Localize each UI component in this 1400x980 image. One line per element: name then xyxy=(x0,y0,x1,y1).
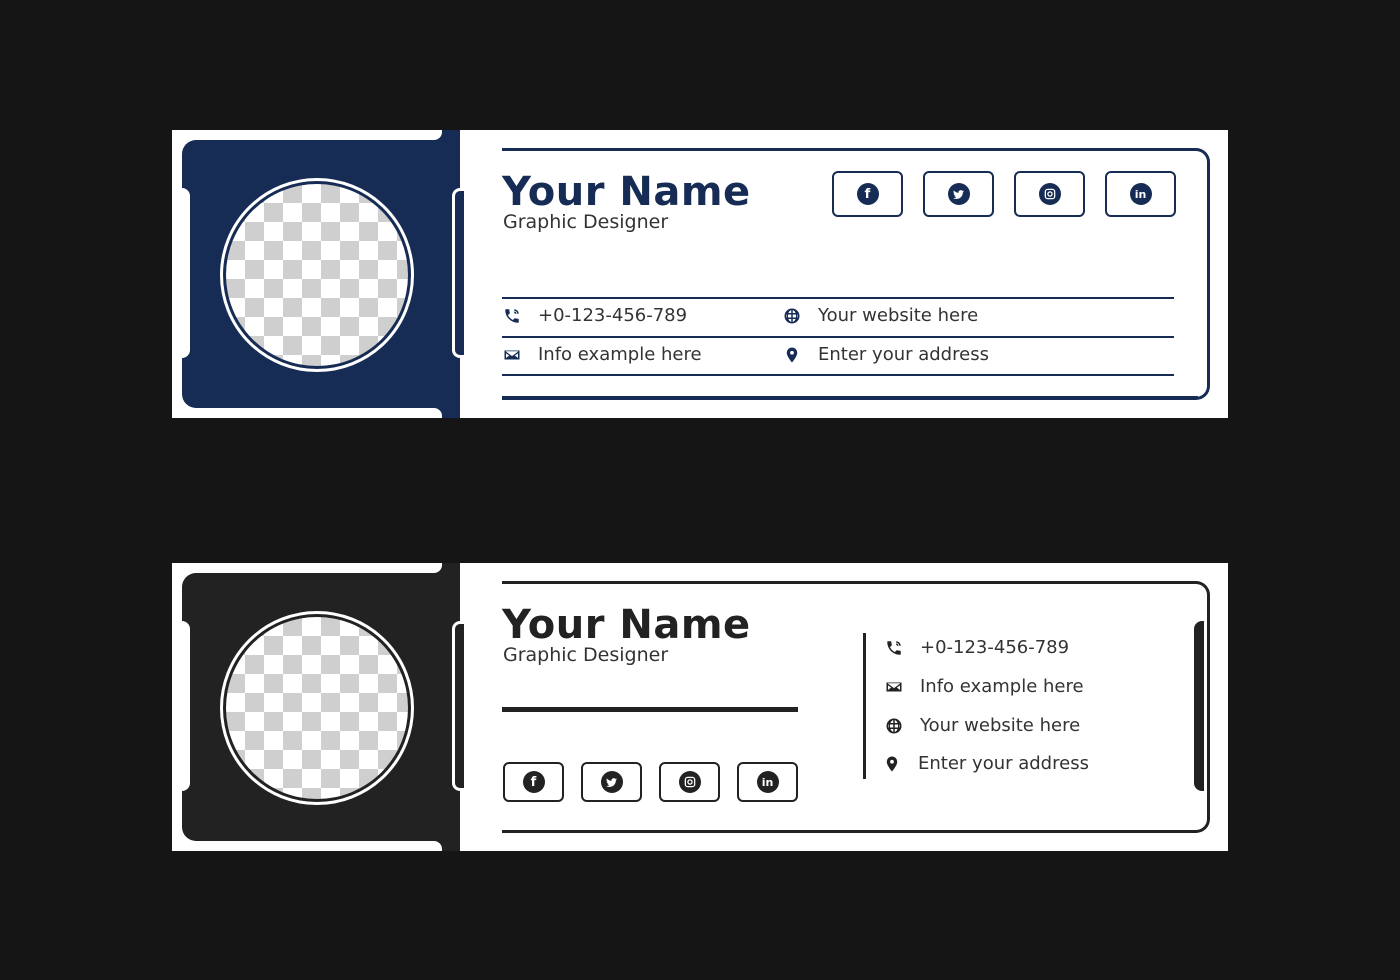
divider xyxy=(502,374,1174,376)
twitter-icon xyxy=(600,771,623,793)
contact-email[interactable]: Info example here xyxy=(884,676,1084,697)
facebook-button[interactable]: f xyxy=(832,171,903,217)
phone-text: +0-123-456-789 xyxy=(920,637,1070,658)
decorative-bar xyxy=(182,188,190,358)
job-title: Graphic Designer xyxy=(503,644,669,666)
website-text: Your website here xyxy=(818,305,979,326)
social-links: f in xyxy=(503,762,798,802)
mail-icon xyxy=(502,345,522,365)
facebook-icon: f xyxy=(856,183,879,205)
linkedin-button[interactable]: in xyxy=(737,762,798,802)
person-name: Your Name xyxy=(502,169,751,215)
location-pin-icon xyxy=(882,754,902,774)
contact-phone[interactable]: +0-123-456-789 xyxy=(884,637,1069,658)
instagram-icon xyxy=(678,771,701,793)
contact-phone[interactable]: +0-123-456-789 xyxy=(502,305,687,326)
job-title: Graphic Designer xyxy=(503,211,669,233)
contact-website[interactable]: Your website here xyxy=(782,305,978,326)
contact-email[interactable]: Info example here xyxy=(502,344,702,365)
social-links: f in xyxy=(832,171,1176,217)
linkedin-button[interactable]: in xyxy=(1105,171,1176,217)
person-name: Your Name xyxy=(502,602,751,648)
instagram-icon xyxy=(1038,183,1061,205)
mail-icon xyxy=(884,677,904,697)
email-text: Info example here xyxy=(538,344,702,365)
email-signature-card-navy: Your Name Graphic Designer f in +0-123-4… xyxy=(172,130,1228,418)
linkedin-icon: in xyxy=(1129,183,1152,205)
divider xyxy=(502,396,1198,399)
twitter-button[interactable] xyxy=(923,171,994,217)
instagram-button[interactable] xyxy=(659,762,720,802)
vertical-divider xyxy=(863,633,866,779)
website-text: Your website here xyxy=(920,715,1081,736)
facebook-button[interactable]: f xyxy=(503,762,564,802)
phone-text: +0-123-456-789 xyxy=(538,305,688,326)
location-pin-icon xyxy=(782,345,802,365)
profile-photo-placeholder[interactable] xyxy=(226,184,408,366)
phone-icon xyxy=(502,306,522,326)
twitter-icon xyxy=(947,183,970,205)
email-signature-card-dark: Your Name Graphic Designer f in +0-123-4… xyxy=(172,563,1228,851)
divider xyxy=(502,336,1174,338)
decorative-bar xyxy=(452,188,464,358)
contact-address[interactable]: Enter your address xyxy=(882,753,1089,774)
globe-icon xyxy=(884,716,904,736)
decorative-bar xyxy=(452,621,464,791)
panel-notch xyxy=(420,841,442,851)
decorative-bar xyxy=(1194,621,1204,791)
instagram-button[interactable] xyxy=(1014,171,1085,217)
globe-icon xyxy=(782,306,802,326)
divider xyxy=(502,707,798,712)
contact-website[interactable]: Your website here xyxy=(884,715,1080,736)
address-text: Enter your address xyxy=(918,753,1089,774)
divider xyxy=(502,297,1174,299)
decorative-bar xyxy=(182,621,190,791)
linkedin-icon: in xyxy=(756,771,779,793)
profile-photo-placeholder[interactable] xyxy=(226,617,408,799)
facebook-icon: f xyxy=(522,771,545,793)
profile-photo-frame xyxy=(220,611,414,805)
contact-address[interactable]: Enter your address xyxy=(782,344,989,365)
phone-icon xyxy=(884,638,904,658)
panel-notch xyxy=(420,408,442,418)
email-text: Info example here xyxy=(920,676,1084,697)
profile-photo-frame xyxy=(220,178,414,372)
address-text: Enter your address xyxy=(818,344,989,365)
twitter-button[interactable] xyxy=(581,762,642,802)
